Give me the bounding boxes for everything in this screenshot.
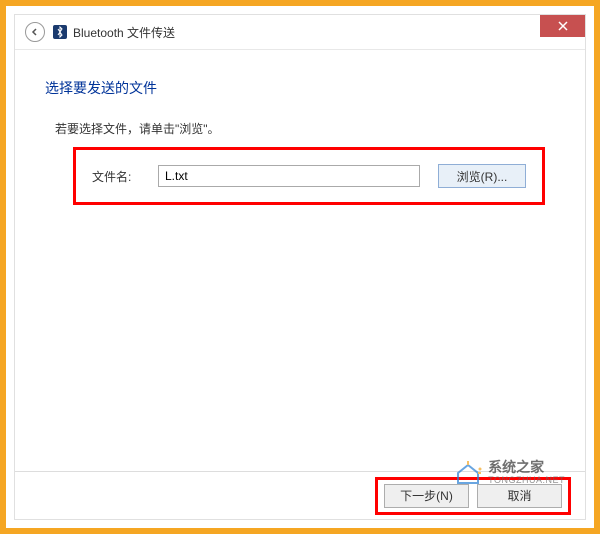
instruction-text: 若要选择文件，请单击"浏览"。 <box>55 120 555 137</box>
cancel-button[interactable]: 取消 <box>477 484 562 508</box>
footer-bar: 下一步(N) 取消 <box>15 471 585 519</box>
window-title: Bluetooth 文件传送 <box>73 24 175 41</box>
file-select-box: 文件名: 浏览(R)... <box>73 147 545 205</box>
filename-input[interactable] <box>158 165 420 187</box>
close-button[interactable] <box>540 15 585 37</box>
bluetooth-icon <box>53 25 67 39</box>
page-heading: 选择要发送的文件 <box>45 78 555 98</box>
wizard-window: Bluetooth 文件传送 选择要发送的文件 若要选择文件，请单击"浏览"。 … <box>14 14 586 520</box>
back-button[interactable] <box>25 22 45 42</box>
browse-button[interactable]: 浏览(R)... <box>438 164 526 188</box>
content-area: 选择要发送的文件 若要选择文件，请单击"浏览"。 文件名: 浏览(R)... <box>15 50 585 471</box>
file-label: 文件名: <box>92 168 140 185</box>
next-button[interactable]: 下一步(N) <box>384 484 469 508</box>
footer-actions: 下一步(N) 取消 <box>375 477 571 515</box>
titlebar: Bluetooth 文件传送 <box>15 15 585 50</box>
